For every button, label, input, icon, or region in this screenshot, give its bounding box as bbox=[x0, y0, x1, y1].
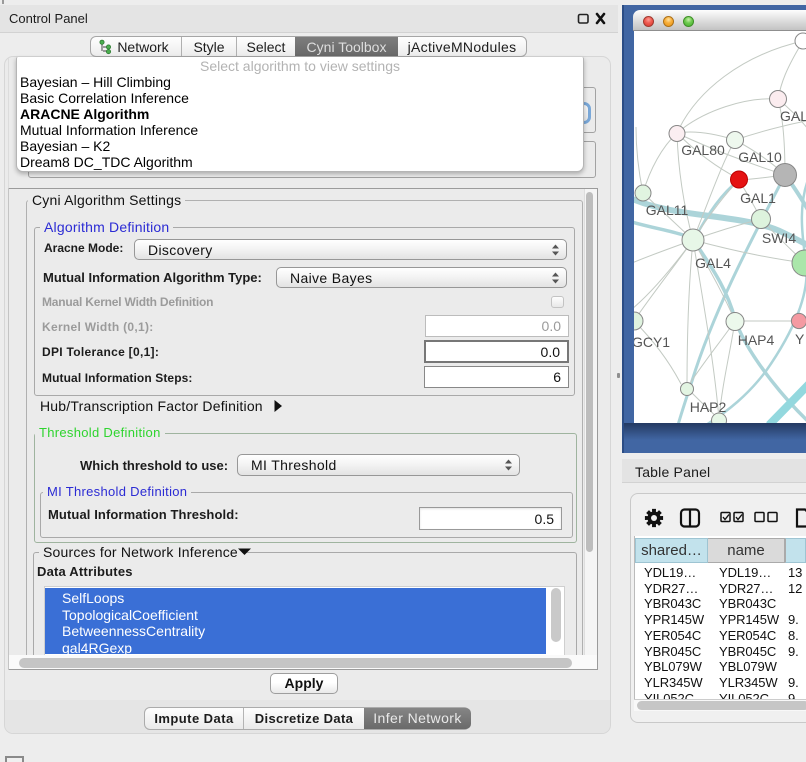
svg-text:GCY1: GCY1 bbox=[634, 334, 670, 350]
svg-text:HAP2: HAP2 bbox=[690, 399, 727, 415]
svg-text:GAL10: GAL10 bbox=[738, 149, 782, 165]
svg-text:Y: Y bbox=[795, 331, 805, 347]
svg-text:HAP4: HAP4 bbox=[738, 332, 775, 348]
svg-text:GAL11: GAL11 bbox=[646, 202, 689, 218]
svg-text:GAL7: GAL7 bbox=[780, 108, 806, 124]
svg-text:GAL1: GAL1 bbox=[740, 190, 776, 206]
svg-text:SWI4: SWI4 bbox=[762, 230, 796, 246]
svg-text:GAL80: GAL80 bbox=[681, 142, 725, 158]
svg-text:GAL4: GAL4 bbox=[695, 255, 731, 271]
